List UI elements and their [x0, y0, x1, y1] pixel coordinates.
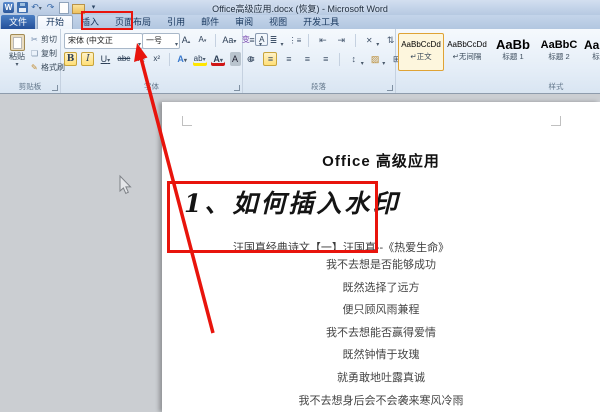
align-right-icon[interactable] — [282, 52, 296, 66]
font-size-select[interactable]: 一号 ▾ — [142, 33, 180, 49]
copy-icon: ❏ — [31, 49, 39, 58]
annotation-box-page-layout-tab — [81, 11, 133, 30]
tab-references[interactable]: 引用 — [159, 15, 193, 29]
paste-button[interactable]: 粘贴 ▾ — [4, 33, 30, 79]
shading-icon[interactable] — [368, 52, 382, 66]
clipboard-group: 粘贴 ▾ ✂ 剪切 ❏ 复制 ✎ 格式刷 剪贴板 — [0, 29, 65, 93]
paste-dropdown-icon[interactable]: ▾ — [4, 61, 30, 68]
bold-button[interactable]: B — [64, 52, 77, 66]
copy-button[interactable]: ❏ 复制 — [31, 48, 57, 60]
paragraph-group-label: 段落 — [311, 82, 326, 91]
cut-button[interactable]: ✂ 剪切 — [31, 34, 57, 46]
underline-button[interactable]: U▾ — [99, 52, 112, 66]
tab-view[interactable]: 视图 — [261, 15, 295, 29]
font-group: 宋体 (中文正 ▾ 一号 ▾ A▴ A▾ Aa▾ 变 A B I U▾ abc x₂… — [61, 29, 269, 93]
poem-line: 就勇敢地吐露真诚 — [337, 371, 425, 384]
document-workspace: Office 高级应用 1、如何插入水印 汪国真经典诗文【一】汪国真--《热爱生… — [0, 94, 600, 412]
numbering-icon[interactable] — [266, 33, 280, 47]
justify-icon[interactable] — [300, 52, 314, 66]
character-shading-button[interactable]: A — [229, 52, 241, 66]
asian-layout-icon[interactable] — [362, 33, 376, 47]
style-heading2[interactable]: AaBbC 标题 2 — [536, 33, 582, 71]
poem-line: 既然选择了远方 — [342, 281, 420, 294]
tab-file[interactable]: 文件 — [1, 15, 36, 29]
format-painter-button[interactable]: ✎ 格式刷 — [31, 62, 65, 74]
poem-line: 便只顾风雨兼程 — [342, 304, 420, 317]
superscript-button[interactable]: x² — [151, 52, 162, 66]
grow-font-button[interactable]: A▴ — [180, 33, 192, 47]
change-case-button[interactable]: Aa▾ — [222, 33, 236, 47]
font-name-select[interactable]: 宋体 (中文正 ▾ — [64, 33, 143, 49]
styles-group: AaBbCcDd ↵正文 AaBbCcDd ↵无间隔 AaBb 标题 1 AaB… — [396, 29, 600, 93]
decrease-indent-icon[interactable] — [316, 33, 330, 47]
multilevel-list-icon[interactable] — [288, 33, 302, 47]
text-effects-button[interactable]: A▾ — [176, 52, 188, 66]
italic-button[interactable]: I — [81, 52, 95, 66]
annotation-box-heading — [167, 181, 378, 253]
line-spacing-icon[interactable] — [347, 52, 361, 66]
tab-review[interactable]: 审阅 — [227, 15, 261, 29]
distribute-icon[interactable] — [319, 52, 333, 66]
tab-home[interactable]: 开始 — [37, 15, 74, 29]
tab-mailings[interactable]: 邮件 — [193, 15, 227, 29]
shrink-font-button[interactable]: A▾ — [196, 33, 208, 47]
document-page[interactable]: Office 高级应用 1、如何插入水印 汪国真经典诗文【一】汪国真--《热爱生… — [162, 102, 600, 412]
strikethrough-button[interactable]: abc — [116, 52, 131, 66]
bullets-icon[interactable] — [245, 33, 259, 47]
style-heading1[interactable]: AaBb 标题 1 — [490, 33, 536, 71]
paragraph-group: ▾ ▾ ▾ ▾ ▾ ▾ 段落 — [242, 29, 407, 93]
font-color-button[interactable]: A▾ — [211, 52, 225, 66]
cut-icon: ✂ — [31, 35, 38, 44]
subscript-button[interactable]: x₂ — [136, 52, 147, 66]
style-heading3[interactable]: AaB 标 — [580, 33, 600, 71]
ribbon: 粘贴 ▾ ✂ 剪切 ❏ 复制 ✎ 格式刷 剪贴板 宋体 (中文正 ▾ 一号 ▾ A▴ A▾… — [0, 29, 600, 94]
margin-mark-right — [551, 116, 561, 126]
poem-line: 我不去想身后会不会袭来寒风冷雨 — [298, 394, 464, 407]
style-normal[interactable]: AaBbCcDd ↵正文 — [398, 33, 444, 71]
margin-mark-left — [182, 116, 192, 126]
clipboard-group-label: 剪贴板 — [18, 82, 42, 91]
poem-line: 既然钟情于玫瑰 — [342, 349, 420, 362]
tab-developer[interactable]: 开发工具 — [295, 15, 347, 29]
styles-group-label: 样式 — [548, 82, 564, 91]
paste-icon — [9, 34, 25, 51]
poem-block: 我不去想是否能够成功 既然选择了远方 便只顾风雨兼程 我不去想能否赢得爱情 既然… — [162, 254, 600, 412]
increase-indent-icon[interactable] — [334, 33, 348, 47]
document-title: Office 高级应用 — [322, 153, 440, 170]
clipboard-dialog-launcher-icon[interactable] — [52, 85, 58, 91]
poem-line: 我不去想是否能够成功 — [326, 259, 436, 271]
poem-line: 我不去想能否赢得爱情 — [326, 326, 436, 339]
style-no-spacing[interactable]: AaBbCcDd ↵无间隔 — [444, 33, 490, 71]
font-group-label: 字体 — [144, 82, 159, 91]
highlight-button[interactable]: ab▾ — [193, 52, 207, 66]
align-center-icon[interactable] — [263, 52, 278, 66]
paragraph-dialog-launcher-icon[interactable] — [387, 85, 393, 91]
font-dialog-launcher-icon[interactable] — [234, 85, 240, 91]
align-left-icon[interactable] — [245, 52, 259, 66]
format-painter-icon: ✎ — [31, 63, 38, 72]
